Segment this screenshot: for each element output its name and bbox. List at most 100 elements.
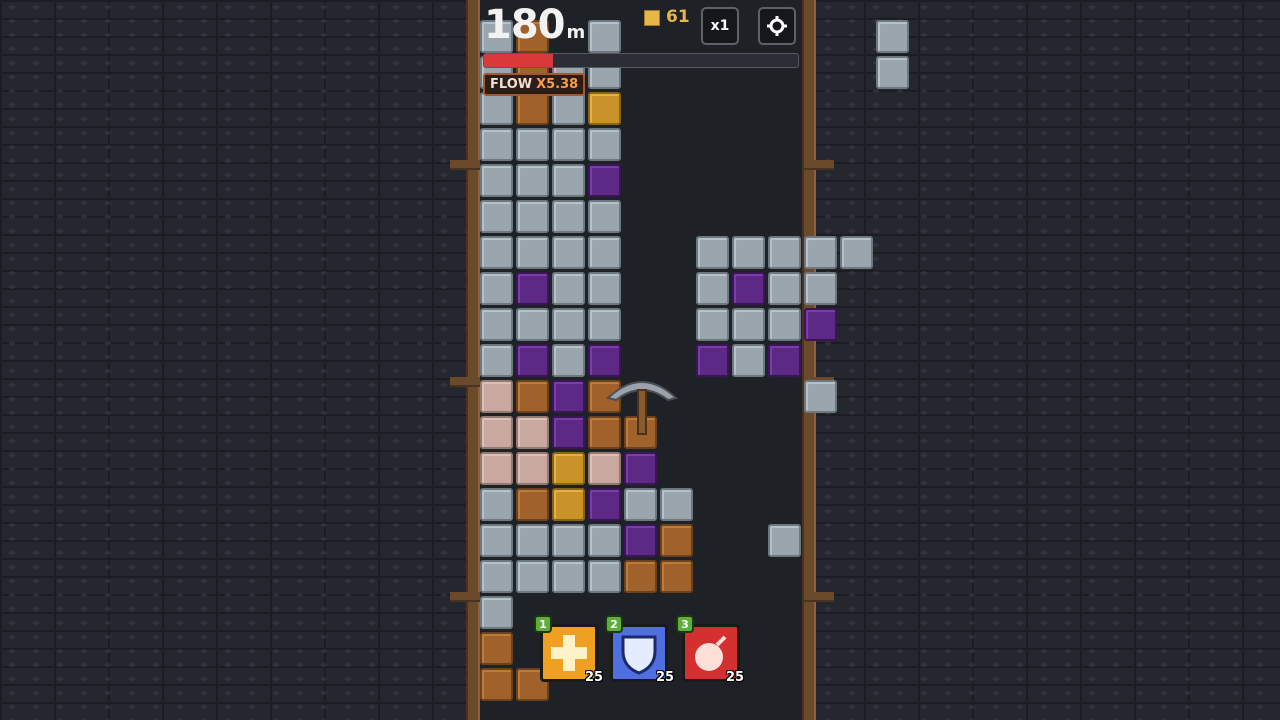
terrain-block[interactable] <box>480 668 513 701</box>
terrain-block[interactable] <box>480 164 513 197</box>
depth-counter: 180 m <box>484 2 585 48</box>
terrain-block[interactable] <box>552 308 585 341</box>
terrain-block[interactable] <box>624 488 657 521</box>
terrain-block[interactable] <box>516 380 549 413</box>
terrain-block[interactable] <box>588 20 621 53</box>
terrain-block[interactable] <box>840 236 873 269</box>
terrain-block[interactable] <box>732 272 765 305</box>
item-count-2: 25 <box>656 670 675 685</box>
terrain-block[interactable] <box>552 416 585 449</box>
terrain-block[interactable] <box>768 236 801 269</box>
terrain-block[interactable] <box>876 56 909 89</box>
depth-value: 180 <box>484 2 565 48</box>
terrain-block[interactable] <box>480 200 513 233</box>
terrain-block[interactable] <box>516 308 549 341</box>
terrain-block[interactable] <box>876 20 909 53</box>
terrain-block[interactable] <box>804 236 837 269</box>
terrain-block[interactable] <box>516 560 549 593</box>
terrain-block[interactable] <box>552 344 585 377</box>
terrain-block[interactable] <box>480 344 513 377</box>
block-grid[interactable] <box>480 0 909 720</box>
terrain-block[interactable] <box>660 488 693 521</box>
terrain-block[interactable] <box>732 308 765 341</box>
terrain-block[interactable] <box>588 236 621 269</box>
terrain-block[interactable] <box>480 524 513 557</box>
terrain-block[interactable] <box>588 128 621 161</box>
terrain-block[interactable] <box>696 272 729 305</box>
terrain-block[interactable] <box>552 272 585 305</box>
terrain-block[interactable] <box>768 308 801 341</box>
terrain-block[interactable] <box>588 488 621 521</box>
terrain-block[interactable] <box>588 308 621 341</box>
speed-button[interactable]: x1 <box>701 7 739 45</box>
terrain-block[interactable] <box>516 236 549 269</box>
terrain-block[interactable] <box>768 272 801 305</box>
left-support-beam <box>466 0 480 720</box>
terrain-block[interactable] <box>480 308 513 341</box>
terrain-block[interactable] <box>516 164 549 197</box>
terrain-block[interactable] <box>588 560 621 593</box>
terrain-block[interactable] <box>696 344 729 377</box>
terrain-block[interactable] <box>480 92 513 125</box>
terrain-block[interactable] <box>660 560 693 593</box>
terrain-block[interactable] <box>480 452 513 485</box>
terrain-block[interactable] <box>732 236 765 269</box>
terrain-block[interactable] <box>552 164 585 197</box>
terrain-block[interactable] <box>804 272 837 305</box>
terrain-block[interactable] <box>480 380 513 413</box>
terrain-block[interactable] <box>552 524 585 557</box>
terrain-block[interactable] <box>516 92 549 125</box>
terrain-block[interactable] <box>480 596 513 629</box>
terrain-block[interactable] <box>588 200 621 233</box>
support-bracket <box>450 160 480 170</box>
terrain-block[interactable] <box>516 128 549 161</box>
terrain-block[interactable] <box>552 128 585 161</box>
depth-progress-bar <box>483 53 799 68</box>
terrain-block[interactable] <box>552 488 585 521</box>
terrain-block[interactable] <box>480 560 513 593</box>
terrain-block[interactable] <box>516 488 549 521</box>
terrain-block[interactable] <box>480 416 513 449</box>
terrain-block[interactable] <box>480 632 513 665</box>
terrain-block[interactable] <box>516 344 549 377</box>
terrain-block[interactable] <box>552 236 585 269</box>
terrain-block[interactable] <box>516 200 549 233</box>
terrain-block[interactable] <box>552 560 585 593</box>
terrain-block[interactable] <box>552 200 585 233</box>
terrain-block[interactable] <box>480 128 513 161</box>
terrain-block[interactable] <box>588 272 621 305</box>
terrain-block[interactable] <box>480 488 513 521</box>
settings-button[interactable] <box>758 7 796 45</box>
terrain-block[interactable] <box>480 236 513 269</box>
terrain-block[interactable] <box>480 272 513 305</box>
terrain-block[interactable] <box>624 560 657 593</box>
terrain-block[interactable] <box>768 524 801 557</box>
support-bracket <box>450 592 480 602</box>
terrain-block[interactable] <box>696 236 729 269</box>
terrain-block[interactable] <box>516 272 549 305</box>
terrain-block[interactable] <box>660 524 693 557</box>
terrain-block[interactable] <box>516 524 549 557</box>
terrain-block[interactable] <box>516 416 549 449</box>
terrain-block[interactable] <box>552 380 585 413</box>
terrain-block[interactable] <box>516 452 549 485</box>
terrain-block[interactable] <box>624 524 657 557</box>
terrain-block[interactable] <box>588 524 621 557</box>
terrain-block[interactable] <box>732 344 765 377</box>
terrain-block[interactable] <box>696 308 729 341</box>
terrain-block[interactable] <box>552 452 585 485</box>
flow-multiplier-badge: FLOW X5.38 <box>483 73 586 96</box>
item-count-1: 25 <box>585 670 604 685</box>
terrain-block[interactable] <box>588 452 621 485</box>
terrain-block[interactable] <box>588 92 621 125</box>
item-hotkey-3: 3 <box>676 615 694 633</box>
terrain-block[interactable] <box>804 380 837 413</box>
coin-count: 61 <box>666 7 690 27</box>
terrain-block[interactable] <box>552 92 585 125</box>
right-support-beam <box>802 0 816 720</box>
terrain-block[interactable] <box>804 308 837 341</box>
terrain-block[interactable] <box>768 344 801 377</box>
terrain-block[interactable] <box>624 452 657 485</box>
terrain-block[interactable] <box>588 164 621 197</box>
gear-icon <box>767 16 787 36</box>
